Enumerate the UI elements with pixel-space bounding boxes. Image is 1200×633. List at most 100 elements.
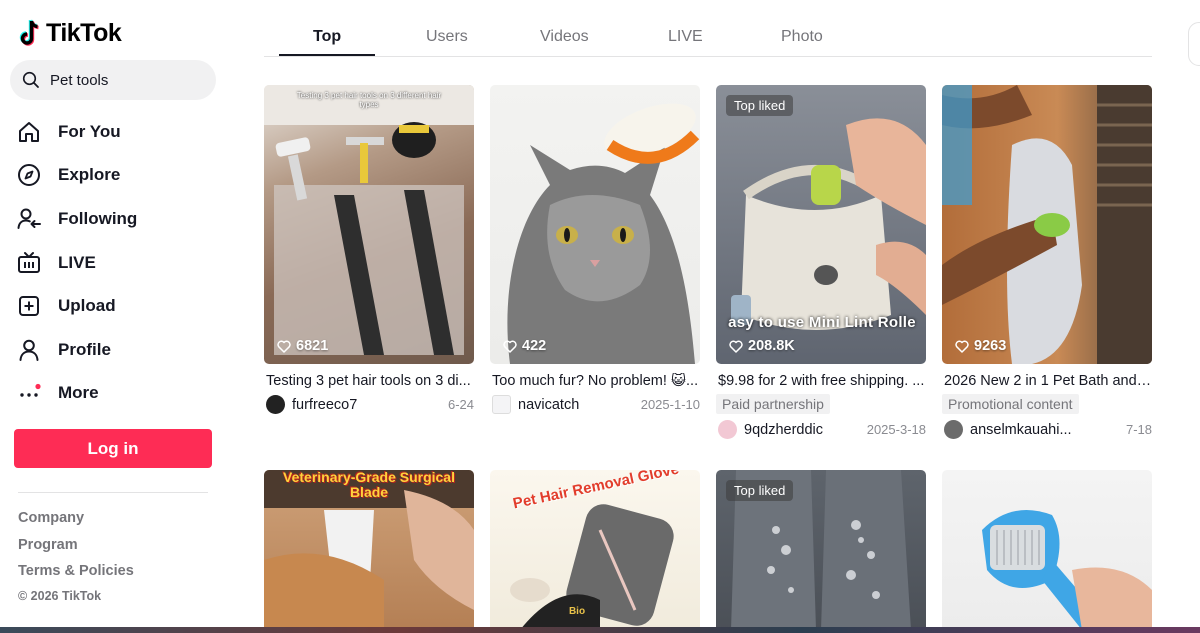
thumbnail-caption: Veterinary-Grade Surgical Blade (283, 470, 455, 500)
footer-link-program[interactable]: Program (18, 537, 78, 553)
video-card[interactable] (942, 470, 1152, 630)
video-card[interactable]: Pet Hair Removal Glove Bio (490, 470, 700, 630)
like-count-value: 208.8K (748, 338, 795, 354)
nav-label: LIVE (58, 252, 96, 272)
tab-users[interactable]: Users (426, 28, 468, 46)
thumbnail-caption: Testing 3 pet hair tools on 3 different … (296, 91, 442, 109)
video-card[interactable]: Top liked (716, 470, 926, 630)
post-date: 2025-3-18 (866, 422, 926, 437)
like-count-value: 422 (522, 338, 547, 354)
sidebar: TikTok For You Explore Following (0, 0, 232, 633)
post-date: 7-18 (1125, 422, 1152, 437)
logo-wordmark: TikTok (46, 18, 122, 47)
search-result-tabs: Top Users Videos LIVE Photo (264, 20, 1152, 57)
promotional-content-tag: Promotional content (942, 394, 1079, 414)
nav-item-live[interactable]: LIVE (16, 241, 216, 285)
video-thumbnail[interactable]: Veterinary-Grade Surgical Blade (264, 470, 474, 630)
video-meta: navicatch 2025-1-10 (490, 395, 700, 414)
like-count-value: 6821 (296, 338, 329, 354)
avatar[interactable] (266, 395, 285, 414)
tab-videos[interactable]: Videos (540, 28, 589, 46)
video-card[interactable]: 9263 2026 New 2 in 1 Pet Bath and ... Pr… (942, 85, 1152, 439)
footer-link-terms[interactable]: Terms & Policies (18, 563, 134, 579)
avatar[interactable] (492, 395, 511, 414)
author-name[interactable]: anselmkauahi... (970, 422, 1120, 438)
live-icon (16, 250, 42, 276)
nav-label: Explore (58, 165, 121, 185)
video-thumbnail[interactable]: Top liked (716, 470, 926, 630)
nav-item-more[interactable]: More (16, 372, 216, 416)
nav-label: Upload (58, 296, 116, 316)
video-thumbnail[interactable]: Pet Hair Removal Glove Bio (490, 470, 700, 630)
copyright-text: © 2026 TikTok (18, 589, 102, 603)
thumbnail-caption-secondary: Bio (568, 606, 586, 617)
post-date: 6-24 (447, 397, 474, 412)
video-thumbnail[interactable] (942, 470, 1152, 630)
tiktok-logo[interactable]: TikTok (18, 18, 122, 48)
nav-label: Following (58, 208, 138, 228)
following-icon (16, 206, 42, 232)
like-count: 422 (503, 338, 546, 354)
upload-icon (16, 293, 42, 319)
login-button[interactable]: Log in (14, 429, 212, 468)
search-icon (22, 71, 39, 88)
nav-item-upload[interactable]: Upload (16, 284, 216, 328)
video-description[interactable]: 2026 New 2 in 1 Pet Bath and ... (942, 373, 1152, 389)
video-description[interactable]: $9.98 for 2 with free shipping. ... (716, 373, 926, 389)
search-bar[interactable] (10, 60, 216, 100)
footer-link-company[interactable]: Company (18, 510, 84, 526)
profile-icon (16, 337, 42, 363)
like-count: 6821 (277, 338, 328, 354)
video-thumbnail[interactable]: 9263 (942, 85, 1152, 364)
like-count: 9263 (955, 338, 1006, 354)
tab-top[interactable]: Top (313, 28, 341, 46)
thumbnail-art (507, 103, 700, 364)
thumbnail-art (264, 85, 474, 355)
search-input[interactable] (50, 71, 200, 89)
nav-label: More (58, 383, 99, 403)
video-card[interactable]: Testing 3 pet hair tools on 3 different … (264, 85, 474, 414)
author-name[interactable]: 9qdzherddic (744, 422, 861, 438)
author-name[interactable]: navicatch (518, 397, 635, 413)
thumbnail-art (942, 85, 1152, 364)
avatar[interactable] (944, 420, 963, 439)
nav-item-for-you[interactable]: For You (16, 110, 216, 154)
video-card[interactable]: Top liked asy to use Mini Lint Rolle 208… (716, 85, 926, 439)
top-liked-badge: Top liked (726, 95, 794, 116)
heart-icon (277, 340, 291, 353)
active-tab-indicator (279, 54, 375, 56)
post-date: 2025-1-10 (640, 397, 700, 412)
tab-photo[interactable]: Photo (781, 28, 823, 46)
video-description[interactable]: Testing 3 pet hair tools on 3 di... (264, 373, 474, 389)
nav-label: For You (58, 121, 121, 141)
video-description[interactable]: Too much fur? No problem! 😺... (490, 373, 700, 389)
heart-icon (955, 340, 969, 353)
nav-item-explore[interactable]: Explore (16, 154, 216, 198)
video-thumbnail[interactable]: 422 (490, 85, 700, 364)
video-meta: anselmkauahi... 7-18 (942, 420, 1152, 439)
like-count: 208.8K (729, 338, 795, 354)
heart-icon (503, 340, 517, 353)
video-meta: furfreeco7 6-24 (264, 395, 474, 414)
nav-item-following[interactable]: Following (16, 197, 216, 241)
avatar[interactable] (718, 420, 737, 439)
sidebar-divider (18, 492, 208, 493)
tab-live[interactable]: LIVE (668, 28, 703, 46)
thumbnail-caption: asy to use Mini Lint Rolle (728, 314, 916, 331)
compass-icon (16, 162, 42, 188)
video-thumbnail[interactable]: Testing 3 pet hair tools on 3 different … (264, 85, 474, 364)
home-icon (16, 119, 42, 145)
more-icon (16, 380, 42, 406)
video-card[interactable]: 422 Too much fur? No problem! 😺... navic… (490, 85, 700, 414)
like-count-value: 9263 (974, 338, 1007, 354)
top-liked-badge: Top liked (726, 480, 794, 501)
tiktok-logo-icon (19, 19, 39, 46)
author-name[interactable]: furfreeco7 (292, 397, 442, 413)
main-nav: For You Explore Following LIVE Upload Pr… (16, 110, 216, 415)
video-card[interactable]: Veterinary-Grade Surgical Blade (264, 470, 474, 630)
os-taskbar (0, 627, 1200, 633)
scroll-button[interactable] (1188, 22, 1200, 66)
thumbnail-art (982, 510, 1152, 630)
nav-item-profile[interactable]: Profile (16, 328, 216, 372)
video-thumbnail[interactable]: Top liked asy to use Mini Lint Rolle 208… (716, 85, 926, 364)
